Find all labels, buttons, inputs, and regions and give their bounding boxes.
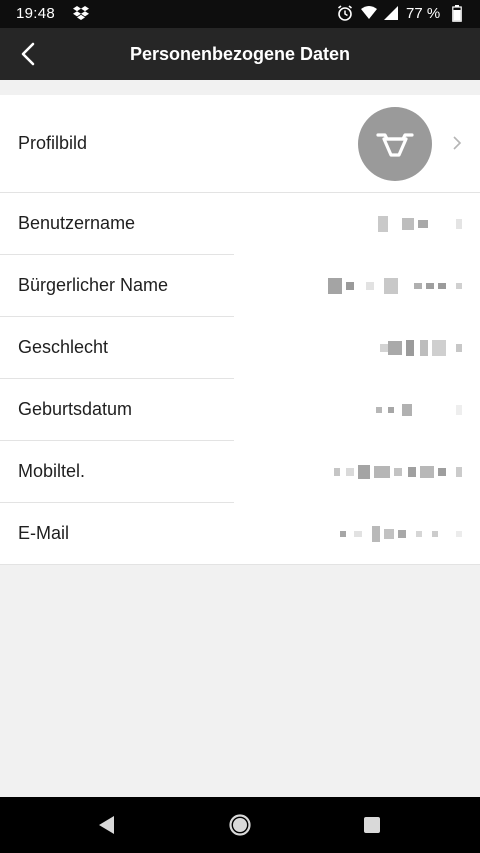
email-row[interactable]: E-Mail (0, 503, 480, 565)
status-icons: 77 % (336, 4, 466, 24)
nav-recents-button[interactable] (358, 811, 386, 839)
username-row[interactable]: Benutzername (0, 193, 480, 255)
gender-row[interactable]: Geschlecht (0, 317, 480, 379)
nav-home-button[interactable] (226, 811, 254, 839)
profile-picture-label: Profilbild (18, 133, 88, 153)
gender-label: Geschlecht (18, 337, 109, 357)
mobile-label: Mobiltel. (18, 461, 86, 481)
nav-back-icon (99, 816, 114, 834)
bull-head-icon (376, 133, 414, 157)
birthdate-row[interactable]: Geburtsdatum (0, 379, 480, 441)
real-name-value-redacted (324, 255, 462, 316)
battery-icon (452, 5, 462, 26)
profile-picture-row[interactable]: Profilbild (0, 95, 480, 193)
battery-percent: 77 % (406, 5, 441, 22)
page-title: Personenbezogene Daten (129, 44, 351, 64)
wifi-icon (360, 4, 378, 26)
app-bar: Personenbezogene Daten (0, 28, 480, 80)
dropbox-icon (72, 5, 90, 25)
system-nav-bar (0, 797, 480, 853)
username-value-redacted (374, 193, 462, 254)
signal-icon (382, 4, 399, 26)
birthdate-label: Geburtsdatum (18, 399, 133, 419)
alarm-icon (336, 4, 354, 26)
avatar[interactable] (358, 107, 432, 181)
mobile-value-redacted (330, 441, 462, 502)
email-label: E-Mail (18, 523, 70, 543)
content-area: Profilbild Benutzername Bürgerlicher Nam… (0, 80, 480, 797)
personal-data-list: Profilbild Benutzername Bürgerlicher Nam… (0, 95, 480, 565)
birthdate-value-redacted (372, 379, 462, 440)
status-bar: 19:48 77 % (0, 0, 480, 28)
chevron-right-icon (453, 136, 462, 150)
mobile-row[interactable]: Mobiltel. (0, 441, 480, 503)
nav-back-button[interactable] (94, 811, 122, 839)
nav-recents-icon (364, 817, 380, 833)
email-value-redacted (336, 503, 462, 564)
gender-value-redacted (376, 317, 462, 378)
nav-home-icon (229, 814, 251, 836)
username-label: Benutzername (18, 213, 136, 233)
real-name-label: Bürgerlicher Name (18, 275, 169, 295)
real-name-row[interactable]: Bürgerlicher Name (0, 255, 480, 317)
status-time: 19:48 (16, 5, 56, 22)
